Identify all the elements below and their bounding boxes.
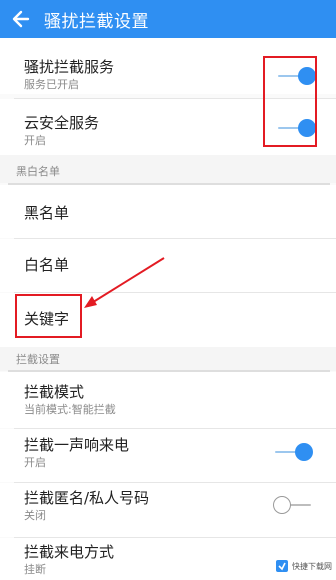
- watermark-text: 快捷下载网: [292, 561, 332, 571]
- watermark-logo-icon: [276, 560, 288, 572]
- annotation-arrow: [84, 257, 165, 308]
- app-screen: 骚扰拦截设置 骚扰拦截服务 服务已开启 云安全服务 开启 黑白名单 黑名单 白名…: [0, 0, 336, 580]
- site-watermark: 快捷下载网: [272, 556, 332, 576]
